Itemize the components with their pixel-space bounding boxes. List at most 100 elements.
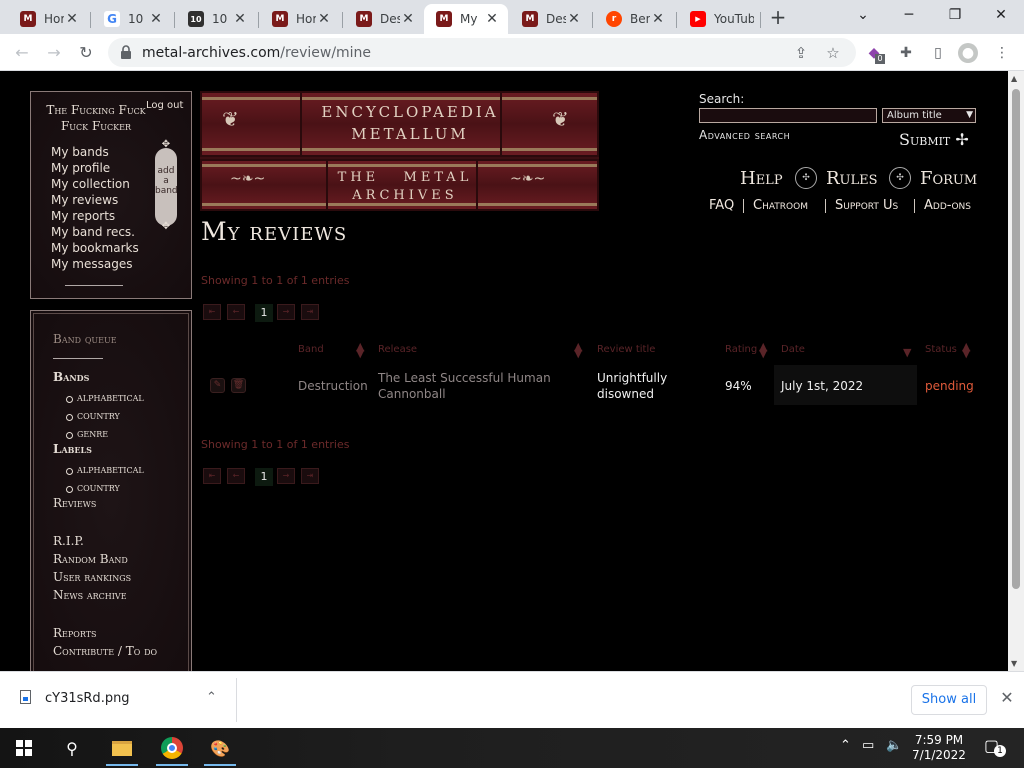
maximize-button[interactable]: ❐ <box>932 2 978 28</box>
sidebar-item-random-band[interactable]: Random Band <box>53 550 128 568</box>
sidebar-labels-country[interactable]: country <box>66 481 120 494</box>
column-header-band[interactable]: Band <box>298 344 324 355</box>
user-menu-my-messages[interactable]: My messages <box>51 256 139 272</box>
extension-icon[interactable]: ◆ 0 <box>864 43 885 64</box>
browser-tab[interactable]: M Hor ✕ <box>8 4 88 34</box>
browser-tab[interactable]: 10 10 ✕ <box>176 4 256 34</box>
show-all-button[interactable]: Show all <box>911 685 987 715</box>
browser-tab[interactable]: M Des ✕ <box>510 4 590 34</box>
advanced-search-link[interactable]: Advanced search <box>699 128 790 142</box>
new-tab-button[interactable]: + <box>766 6 790 30</box>
user-menu-my-band-recs[interactable]: My band recs. <box>51 224 139 240</box>
paint-icon[interactable]: 🎨 <box>200 730 240 766</box>
sidebar-bands-country[interactable]: country <box>66 409 120 422</box>
sidebar-item-band-queue[interactable]: Band queue <box>53 330 117 348</box>
user-menu-my-bands[interactable]: My bands <box>51 144 139 160</box>
download-item[interactable]: cY31sRd.png ⌃ <box>20 690 217 706</box>
link-support-us[interactable]: Support Us <box>835 198 898 213</box>
close-window-button[interactable]: ✕ <box>978 2 1024 28</box>
logout-link[interactable]: Log out <box>146 100 183 111</box>
sidebar-bands-alphabetical[interactable]: alphabetical <box>66 391 144 404</box>
close-tab-icon[interactable]: ✕ <box>64 11 80 27</box>
sidebar-item-labels[interactable]: Labels <box>53 440 92 458</box>
last-page-icon[interactable]: ⇥ <box>301 468 319 484</box>
side-panel-icon[interactable]: ▯ <box>928 43 948 63</box>
search-submit-button[interactable]: Submit ✢ <box>899 130 969 149</box>
first-page-icon[interactable]: ⇤ <box>203 468 221 484</box>
profile-avatar-icon[interactable]: ● <box>958 43 978 63</box>
link-chatroom[interactable]: Chatroom <box>753 198 808 213</box>
next-page-icon[interactable]: → <box>277 468 295 484</box>
column-header-status[interactable]: Status <box>925 344 957 355</box>
menu-kebab-icon[interactable]: ⋮ <box>992 43 1012 63</box>
search-type-select[interactable]: Album title ▼ <box>882 108 976 123</box>
table-cell-release[interactable]: The Least Successful Human Cannonball <box>378 370 558 402</box>
column-header-release[interactable]: Release <box>378 344 417 355</box>
address-bar[interactable]: metal-archives.com/review/mine ⇪ ☆ <box>108 38 856 67</box>
table-cell-band[interactable]: Destruction <box>298 378 368 394</box>
nav-rules[interactable]: Rules <box>826 168 878 189</box>
sidebar-item-reports[interactable]: Reports <box>53 624 97 642</box>
user-menu-my-bookmarks[interactable]: My bookmarks <box>51 240 139 256</box>
sort-icon[interactable]: ▲ ▼ <box>759 341 767 359</box>
browser-tab[interactable]: M Hor ✕ <box>260 4 340 34</box>
nav-forum[interactable]: Forum <box>920 168 977 189</box>
sort-icon[interactable]: ▲ ▼ <box>574 341 582 359</box>
browser-tab[interactable]: r Ben ✕ <box>594 4 674 34</box>
close-tab-icon[interactable]: ✕ <box>566 11 582 27</box>
browser-tab[interactable]: ▶ YouTub <box>678 4 758 34</box>
delete-trash-icon[interactable]: 🗑 <box>231 378 246 393</box>
sort-desc-icon[interactable]: ▼ <box>903 347 911 358</box>
close-tab-icon[interactable]: ✕ <box>148 11 164 27</box>
minimize-button[interactable]: ─ <box>886 2 932 28</box>
next-page-icon[interactable]: → <box>277 304 295 320</box>
link-faq[interactable]: FAQ <box>709 198 734 213</box>
sidebar-labels-alphabetical[interactable]: alphabetical <box>66 463 144 476</box>
scrollbar-thumb[interactable] <box>1012 89 1020 589</box>
page-scrollbar[interactable]: ▲ ▼ <box>1008 71 1024 671</box>
prev-page-icon[interactable]: ← <box>227 304 245 320</box>
browser-tab-active[interactable]: M My ✕ <box>424 4 508 34</box>
user-menu-my-reviews[interactable]: My reviews <box>51 192 139 208</box>
chrome-icon[interactable] <box>152 730 192 766</box>
scroll-up-icon[interactable]: ▲ <box>1011 74 1017 83</box>
share-icon[interactable]: ⇪ <box>792 44 810 62</box>
user-menu-my-reports[interactable]: My reports <box>51 208 139 224</box>
chevron-up-icon[interactable]: ⌃ <box>840 738 851 753</box>
add-band-button[interactable]: ✥ add a band ✥ <box>155 140 178 232</box>
back-icon[interactable]: ← <box>10 41 34 65</box>
sidebar-bands-genre[interactable]: genre <box>65 427 108 440</box>
notifications-icon[interactable]: ▢ 1 <box>984 736 1006 757</box>
lock-icon[interactable] <box>120 45 132 62</box>
sidebar-item-contribute[interactable]: Contribute / To do <box>53 642 157 660</box>
link-add-ons[interactable]: Add-ons <box>924 198 971 213</box>
column-header-rating[interactable]: Rating <box>725 344 757 355</box>
column-header-review-title[interactable]: Review title <box>597 344 655 355</box>
bookmark-star-icon[interactable]: ☆ <box>824 44 842 62</box>
first-page-icon[interactable]: ⇤ <box>203 304 221 320</box>
reload-icon[interactable]: ↻ <box>74 41 98 65</box>
user-menu-my-profile[interactable]: My profile <box>51 160 139 176</box>
forward-icon[interactable]: → <box>42 41 66 65</box>
system-clock[interactable]: 7:59 PM 7/1/2022 <box>909 733 969 763</box>
close-tab-icon[interactable]: ✕ <box>650 11 666 27</box>
column-header-date[interactable]: Date <box>781 344 805 355</box>
network-icon[interactable]: ▭ <box>862 738 874 753</box>
extensions-puzzle-icon[interactable]: ✚ <box>896 43 916 63</box>
table-cell-review-title[interactable]: Unrightfully disowned <box>597 370 697 402</box>
sort-icon[interactable]: ▲ ▼ <box>356 341 364 359</box>
browser-tab[interactable]: G 10 ✕ <box>92 4 172 34</box>
search-icon[interactable]: ⚲ <box>52 730 92 766</box>
close-tab-icon[interactable]: ✕ <box>484 11 500 27</box>
page-number[interactable]: 1 <box>255 468 273 486</box>
close-tab-icon[interactable]: ✕ <box>316 11 332 27</box>
tab-search-icon[interactable]: ⌄ <box>840 2 886 28</box>
close-tab-icon[interactable]: ✕ <box>232 11 248 27</box>
sort-icon[interactable]: ▲ ▼ <box>962 341 970 359</box>
site-logo[interactable]: ❦ ❦ ~❧~ ~❧~ ENCYCLOPAEDIA METALLUM THE ME… <box>200 91 599 211</box>
windows-start-icon[interactable] <box>4 730 44 766</box>
nav-help[interactable]: Help <box>740 168 783 189</box>
file-explorer-icon[interactable] <box>102 730 142 766</box>
scroll-down-icon[interactable]: ▼ <box>1011 659 1017 668</box>
close-tab-icon[interactable]: ✕ <box>400 11 416 27</box>
